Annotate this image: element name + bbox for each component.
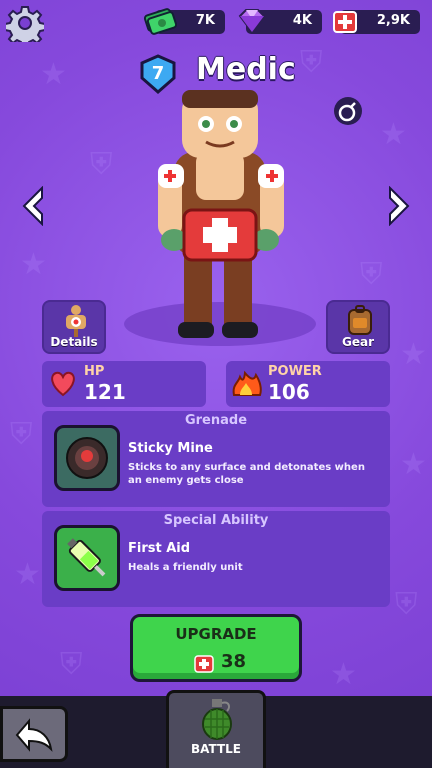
- cash-counter[interactable]: 7K: [143, 8, 225, 35]
- back-button[interactable]: [0, 706, 68, 762]
- prev-unit-button[interactable]: [20, 185, 46, 227]
- upgrade-cost: 38: [221, 651, 247, 672]
- unit-name: Medic: [196, 52, 296, 87]
- hp-label: HP: [84, 364, 105, 379]
- medkit-value: 2,9K: [376, 13, 410, 28]
- power-label: POWER: [268, 364, 322, 379]
- hp-value: 121: [84, 380, 126, 404]
- ability-name: First Aid: [128, 541, 191, 556]
- ability-panel: Special Ability First Aid Heals a friend…: [42, 511, 390, 607]
- details-label: Details: [50, 335, 98, 349]
- next-unit-button[interactable]: [386, 185, 412, 227]
- gems-value: 4K: [292, 13, 312, 28]
- power-value: 106: [268, 380, 310, 404]
- back-arrow-icon: [15, 718, 53, 752]
- medkit-counter[interactable]: 2,9K: [333, 10, 420, 34]
- grenade-indicator[interactable]: [334, 97, 362, 125]
- chevron-left-icon: [22, 185, 43, 227]
- medkit-icon: [194, 655, 214, 673]
- backpack-icon: [348, 305, 372, 335]
- medic-character: [120, 88, 320, 350]
- upgrade-label: UPGRADE: [175, 625, 257, 643]
- sticky-mine-tile[interactable]: [54, 425, 120, 491]
- upgrade-button[interactable]: UPGRADE 38: [130, 614, 302, 682]
- first-aid-tile[interactable]: [54, 525, 120, 591]
- hp-stat: HP 121: [42, 361, 206, 407]
- ability-description: Heals a friendly unit: [128, 562, 243, 573]
- battle-button[interactable]: BATTLE: [166, 690, 266, 768]
- chevron-right-icon: [389, 185, 410, 227]
- settings-button[interactable]: [4, 4, 46, 48]
- bomb-icon: [338, 102, 356, 122]
- flame-icon: [232, 370, 262, 396]
- cash-value: 7K: [195, 13, 215, 28]
- grenade-name: Sticky Mine: [128, 441, 213, 456]
- gear-icon: [4, 6, 46, 48]
- syringe-icon: [67, 538, 106, 577]
- medkit-icon: [333, 11, 357, 33]
- grenade-description: Sticks to any surface and detonates when…: [128, 462, 365, 486]
- battle-label: BATTLE: [191, 742, 241, 756]
- gear-label: Gear: [341, 335, 374, 349]
- power-stat: POWER 106: [226, 361, 390, 407]
- grenade-icon: [202, 699, 232, 740]
- heart-icon: [51, 371, 75, 397]
- grenade-panel: Grenade Sticky Mine Sticks to any surfac…: [42, 411, 390, 507]
- gems-counter[interactable]: 4K: [238, 9, 322, 34]
- gear-button[interactable]: Gear: [326, 300, 390, 354]
- sticky-mine-icon: [66, 437, 108, 479]
- gem-icon: [238, 9, 266, 34]
- cash-icon: [143, 8, 177, 35]
- details-button[interactable]: Details: [42, 300, 106, 354]
- target-dummy-icon: [66, 305, 86, 337]
